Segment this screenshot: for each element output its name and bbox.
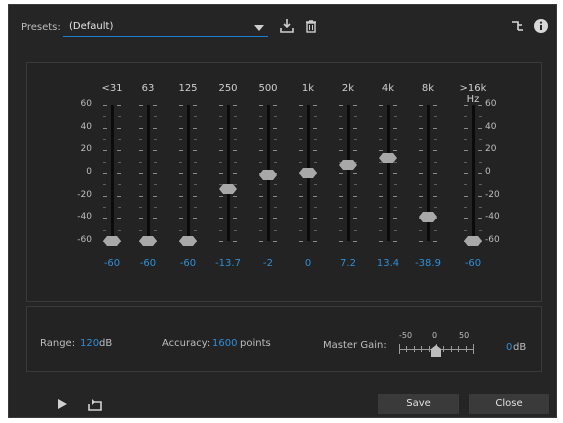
db-scale-label-right: 60 [485, 99, 497, 109]
db-scale-label-right: -40 [485, 212, 500, 223]
db-scale-label-left: -40 [77, 212, 92, 223]
band-gain-value[interactable]: 0 [288, 258, 328, 269]
chevron-down-icon [254, 25, 264, 31]
band-slider-knob[interactable] [103, 236, 121, 246]
band-gain-value[interactable]: -60 [168, 258, 208, 269]
band-slider-track[interactable] [226, 105, 230, 241]
master-gain-slider[interactable] [431, 345, 441, 357]
db-scale-label-right: -60 [485, 235, 500, 245]
band-slider-knob[interactable] [139, 236, 157, 246]
band-slider-track[interactable] [186, 105, 190, 241]
accuracy-unit: points [240, 338, 271, 349]
band-slider-knob[interactable] [299, 168, 317, 178]
master-gain-scale-max: 50 [459, 331, 470, 340]
band-slider-track[interactable] [346, 105, 350, 241]
save-preset-icon[interactable] [279, 18, 295, 34]
close-button[interactable]: Close [469, 394, 549, 414]
routing-icon[interactable] [510, 18, 526, 34]
band-slider-knob[interactable] [179, 236, 197, 246]
range-label: Range: [40, 338, 76, 349]
band-gain-value[interactable]: -60 [453, 258, 493, 269]
band-frequency-label: 500 [258, 83, 278, 94]
range-value[interactable]: 120 [80, 338, 99, 349]
band-gain-value[interactable]: 7.2 [328, 258, 368, 269]
db-scale-label-right: -20 [485, 189, 500, 200]
graphic-eq-area: <31 -60 63 -60 125 -60 250 -13.7 500 -2 1k 0 2k 7.2 4k… [26, 62, 542, 302]
band-slider-knob[interactable] [379, 152, 397, 163]
master-gain-unit: dB [513, 342, 527, 353]
band-frequency-label: 2k [341, 83, 355, 94]
band-slider-knob[interactable] [464, 236, 482, 246]
band-slider-track[interactable] [386, 105, 390, 241]
db-scale-label-left: 20 [80, 144, 92, 155]
master-gain-value[interactable]: 0 [506, 342, 512, 353]
band-gain-value[interactable]: -2 [248, 258, 288, 269]
range-unit: dB [99, 338, 113, 349]
presets-label: Presets: [21, 22, 61, 33]
presets-value: (Default) [69, 21, 114, 32]
play-icon[interactable] [55, 398, 69, 410]
band-slider-knob[interactable] [219, 183, 237, 194]
db-scale-label-left: -60 [77, 235, 92, 245]
master-gain-scale-min: -50 [399, 331, 413, 340]
band-frequency-label: <31 [101, 83, 123, 94]
band-gain-value[interactable]: -38.9 [408, 258, 448, 269]
band-slider-track[interactable] [146, 105, 150, 241]
band-slider-knob[interactable] [259, 170, 277, 181]
band-frequency-label: 63 [141, 83, 155, 94]
db-scale-label-left: -20 [77, 189, 92, 200]
delete-preset-icon[interactable] [303, 18, 319, 34]
db-scale-label-right: 20 [485, 144, 497, 155]
save-button[interactable]: Save [378, 394, 459, 414]
band-slider-track[interactable] [471, 105, 475, 241]
band-frequency-label: 8k [421, 83, 435, 94]
band-gain-value[interactable]: -60 [92, 258, 132, 269]
band-slider-track[interactable] [110, 105, 114, 241]
eq-dialog: Presets: (Default) <31 -60 63 -60 125 -60 250 -… [8, 4, 557, 418]
info-icon[interactable] [533, 18, 549, 34]
band-frequency-label: 125 [178, 83, 198, 94]
master-gain-scale-mid: 0 [432, 331, 438, 340]
band-frequency-label: 4k [381, 83, 395, 94]
band-gain-value[interactable]: -13.7 [208, 258, 248, 269]
band-frequency-label: 1k [301, 83, 315, 94]
db-scale-label-right: 40 [485, 121, 497, 132]
db-scale-label-left: 0 [86, 167, 92, 177]
master-gain-label: Master Gain: [323, 340, 387, 351]
accuracy-value[interactable]: 1600 [212, 338, 237, 349]
loop-icon[interactable] [87, 398, 102, 411]
band-frequency-label: 250 [218, 83, 238, 94]
band-slider-knob[interactable] [419, 212, 437, 223]
db-scale-label-left: 60 [80, 99, 92, 109]
accuracy-label: Accuracy: [162, 338, 211, 349]
presets-dropdown[interactable]: (Default) [63, 17, 268, 37]
db-scale-label-right: 0 [485, 167, 491, 177]
band-gain-value[interactable]: -60 [128, 258, 168, 269]
band-slider-knob[interactable] [339, 159, 357, 170]
db-scale-label-left: 40 [80, 121, 92, 132]
band-gain-value[interactable]: 13.4 [368, 258, 408, 269]
settings-area: Range: 120 dB Accuracy: 1600 points Mast… [26, 306, 542, 372]
